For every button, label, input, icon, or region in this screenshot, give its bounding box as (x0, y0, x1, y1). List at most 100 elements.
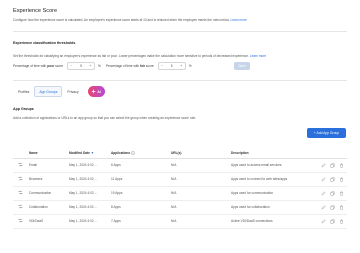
thresholds-description-text: Set the thresholds for classifying an em… (13, 54, 249, 58)
poor-percent-symbol: % (97, 64, 101, 68)
row-urls: N/A (171, 214, 231, 229)
app-group-icon (18, 204, 23, 209)
column-header-modified-label: Modified Date (69, 150, 90, 155)
row-name: Communication (29, 186, 69, 201)
tab-bar: Profiles App Groups Privacy AI (13, 86, 105, 97)
learn-more-link[interactable]: Learn more (231, 18, 247, 22)
table-header-row: Name Modified Date ▼ Applications URL(s)… (13, 148, 347, 159)
tab-privacy[interactable]: Privacy (62, 86, 83, 97)
row-actions (315, 158, 347, 173)
row-icon-cell (13, 200, 29, 215)
row-applications: 7 Apps (111, 214, 171, 229)
column-header-urls[interactable]: URL(s) (171, 148, 231, 159)
row-name: Email (29, 158, 69, 173)
delete-icon[interactable] (339, 191, 344, 196)
edit-icon[interactable] (321, 176, 326, 182)
edit-icon[interactable] (321, 218, 326, 224)
app-group-icon (18, 190, 23, 195)
ai-badge-label: AI (97, 89, 101, 94)
delete-icon[interactable] (339, 219, 344, 224)
row-actions (315, 200, 347, 215)
delete-icon[interactable] (339, 205, 344, 210)
poor-decrement-button[interactable]: − (68, 63, 75, 69)
edit-icon[interactable] (321, 162, 326, 168)
row-urls: N/A (171, 158, 231, 173)
fair-value-input[interactable]: 5 (166, 63, 178, 69)
row-description: Apps used to access email services (231, 158, 315, 173)
fair-label-word: fair (140, 64, 145, 68)
table-row[interactable]: Email May 1, 2024 4:02 ... 6 Apps N/A Ap… (13, 158, 347, 173)
row-urls: N/A (171, 172, 231, 187)
save-button[interactable]: Save (234, 62, 250, 70)
fair-percent-symbol: % (188, 64, 192, 68)
row-applications: 6 Apps (111, 158, 171, 173)
row-description: Active VDI/DaaS connections (231, 214, 315, 229)
column-header-applications-label: Applications (111, 150, 131, 155)
fair-increment-button[interactable]: + (178, 63, 185, 69)
row-description: Apps used for collaboration (231, 200, 315, 215)
app-group-icon (18, 218, 23, 223)
row-urls: N/A (171, 186, 231, 201)
table-row[interactable]: VDI/DaaS May 1, 2024 4:02 ... 7 Apps N/A… (13, 214, 347, 229)
thresholds-learn-more-link[interactable]: Learn more (250, 54, 266, 58)
poor-score-stepper: − 5 + (66, 62, 95, 70)
row-name: Browsers (29, 172, 69, 187)
table-row[interactable]: Browsers May 1, 2024 4:02 ... 11 Apps N/… (13, 172, 347, 187)
fair-label: Percentage of time with fair score (106, 64, 154, 68)
row-description: Apps used to connect to web sites/apps (231, 172, 315, 187)
edit-icon[interactable] (321, 190, 326, 196)
row-description: Apps used for communication (231, 186, 315, 201)
table-row[interactable]: Collaboration May 1, 2024 4:02 ... 8 App… (13, 200, 347, 215)
poor-label: Percentage of time with poor score (13, 64, 63, 68)
row-icon-cell (13, 172, 29, 187)
add-app-group-button[interactable]: + Add App Group (307, 128, 346, 138)
table-row[interactable]: Communication May 1, 2024 4:02 ... 19 Ap… (13, 186, 347, 201)
duplicate-icon[interactable] (330, 191, 335, 196)
row-urls: N/A (171, 200, 231, 215)
threshold-row: Percentage of time with poor score − 5 +… (13, 62, 197, 70)
poor-value-input[interactable]: 5 (75, 63, 87, 69)
divider (13, 80, 347, 81)
row-modified-date: May 1, 2024 4:02 ... (69, 200, 111, 215)
edit-icon[interactable] (321, 204, 326, 210)
row-actions (315, 186, 347, 201)
ai-assistant-button[interactable]: AI (87, 86, 105, 97)
column-header-description[interactable]: Description (231, 148, 315, 159)
column-header-applications[interactable]: Applications (111, 148, 171, 159)
row-applications: 19 Apps (111, 186, 171, 201)
fair-decrement-button[interactable]: − (159, 63, 166, 69)
thresholds-title: Experience classification thresholds (13, 41, 76, 45)
row-modified-date: May 1, 2024 4:02 ... (69, 214, 111, 229)
duplicate-icon[interactable] (330, 219, 335, 224)
delete-icon[interactable] (339, 163, 344, 168)
row-icon-cell (13, 186, 29, 201)
fair-label-prefix: Percentage of time with (105, 64, 140, 68)
duplicate-icon[interactable] (330, 205, 335, 210)
app-groups-title: App Groups (13, 107, 34, 111)
duplicate-icon[interactable] (330, 177, 335, 182)
header-icon-cell (13, 148, 29, 159)
app-groups-description: Add a collection of applications or URLs… (13, 116, 197, 120)
row-actions (315, 172, 347, 187)
row-modified-date: May 1, 2024 4:02 ... (69, 186, 111, 201)
info-icon (131, 150, 135, 155)
column-header-modified[interactable]: Modified Date ▼ (69, 148, 111, 159)
row-name: Collaboration (29, 200, 69, 215)
poor-label-suffix: score (55, 64, 63, 68)
row-applications: 8 Apps (111, 200, 171, 215)
row-icon-cell (13, 158, 29, 173)
delete-icon[interactable] (339, 177, 344, 182)
divider (13, 31, 347, 32)
row-modified-date: May 1, 2024 4:02 ... (69, 158, 111, 173)
app-groups-table: Name Modified Date ▼ Applications URL(s)… (13, 148, 347, 229)
tab-app-groups[interactable]: App Groups (34, 86, 63, 97)
page-description: Configure how the experience score is ca… (13, 18, 247, 22)
row-name: VDI/DaaS (29, 214, 69, 229)
poor-increment-button[interactable]: + (87, 63, 94, 69)
column-header-name[interactable]: Name (29, 148, 69, 159)
tab-profiles[interactable]: Profiles (13, 86, 34, 97)
row-icon-cell (13, 214, 29, 229)
duplicate-icon[interactable] (330, 163, 335, 168)
page-title: Experience Score (13, 8, 58, 14)
row-applications: 11 Apps (111, 172, 171, 187)
